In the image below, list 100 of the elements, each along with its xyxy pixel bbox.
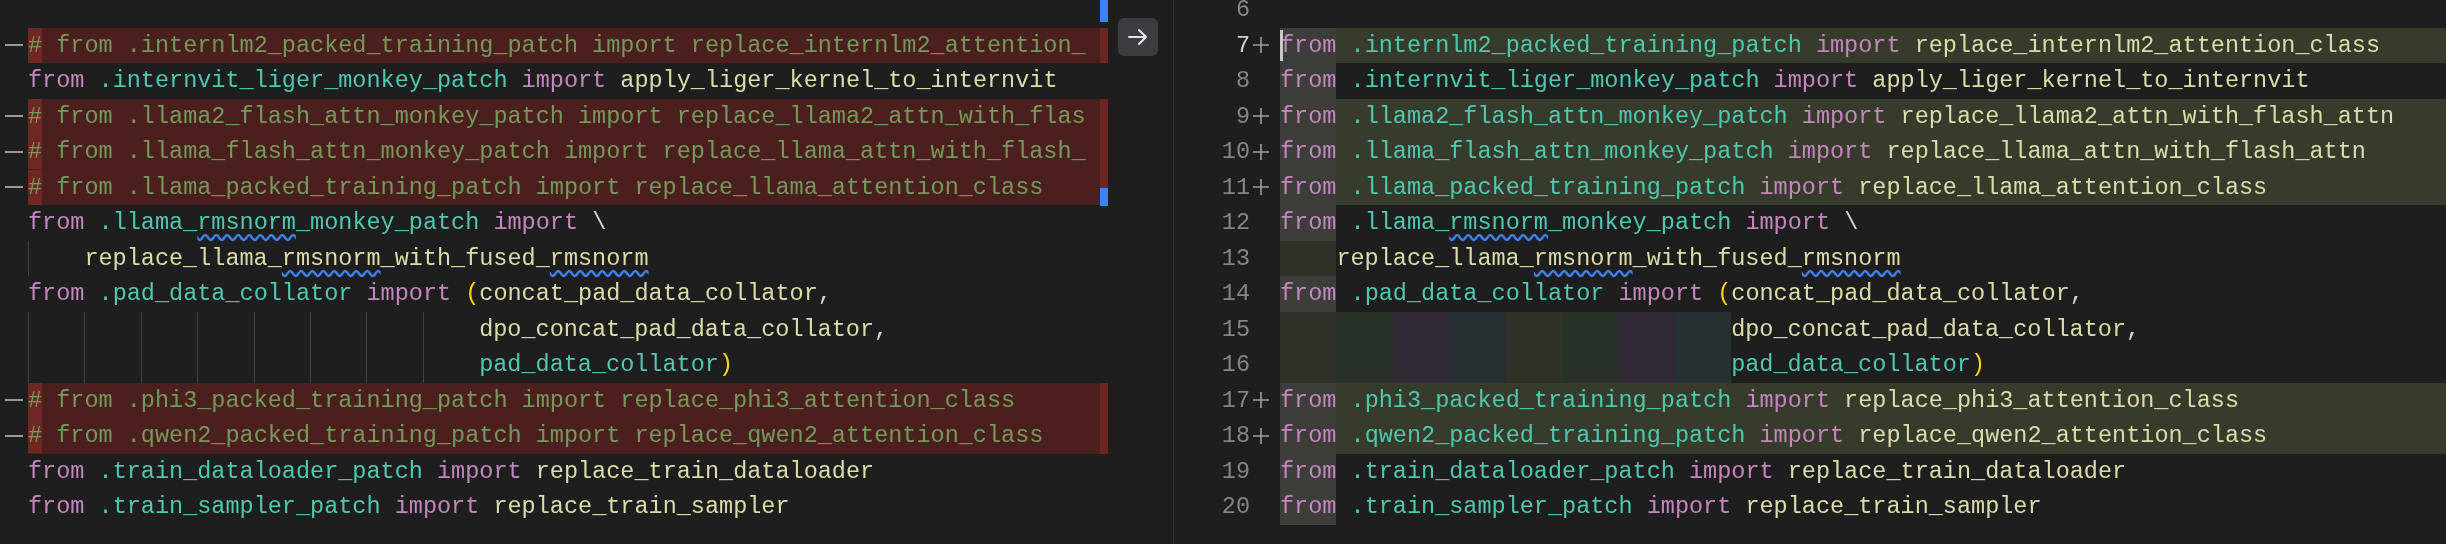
code-token: from (1280, 489, 1337, 525)
code-token: concat_pad_data_collator (1731, 279, 2070, 310)
code-token: .pad_data_collator (1349, 279, 1606, 310)
code-token: import (1618, 279, 1704, 310)
line-number: 11 (1220, 172, 1250, 203)
code-token: rmsnorm (1801, 243, 1901, 274)
code-token: from (28, 492, 85, 523)
code-token: pad_data_collator (1731, 350, 1971, 381)
code-token: from .llama_flash_attn_monkey_patch import replace_llama_attn_with_flash_ (55, 137, 1086, 168)
indent-rainbow-block (1674, 347, 1732, 383)
added-line-plus-icon (1252, 391, 1270, 410)
code-token: from (1280, 134, 1337, 170)
line-number: 6 (1234, 0, 1250, 26)
code-token: import (1689, 456, 1774, 487)
overview-ruler-marker (1100, 27, 1108, 63)
scroll-position-marker (1100, 0, 1108, 22)
code-token: _with_fused_ (1632, 243, 1802, 274)
added-line-plus-icon (1252, 36, 1270, 55)
line-number: 12 (1220, 208, 1250, 239)
code-token: from (1280, 63, 1337, 99)
code-token: _monkey_patch (1547, 208, 1733, 239)
code-token: rmsnorm (1533, 243, 1633, 274)
code-token: .train_sampler_patch (97, 492, 382, 523)
code-token: rmsnorm (1449, 208, 1548, 239)
code-token: # (28, 418, 43, 454)
indent-rainbow-block (1280, 240, 1337, 276)
code-token: ( (1716, 279, 1732, 310)
code-token: # (28, 98, 43, 134)
code-token: from (28, 279, 85, 310)
code-token: from (1280, 205, 1337, 241)
code-token: import (1759, 172, 1845, 203)
removed-line-marker (5, 399, 23, 402)
added-line-plus-icon (1252, 426, 1270, 445)
line-number: 16 (1220, 350, 1250, 381)
code-token: concat_pad_data_collator (479, 279, 818, 310)
code-token: .internvit_liger_monkey_patch (1349, 66, 1761, 97)
code-token: ( (464, 279, 480, 310)
code-token: replace_llama_attn_with_flash_attn (1885, 137, 2366, 168)
code-token: from (1280, 27, 1337, 63)
code-token: import (1646, 492, 1732, 523)
arrow-right-icon (1127, 28, 1149, 46)
code-token: .internvit_liger_monkey_patch (97, 66, 509, 97)
code-token: apply_liger_kernel_to_internvit (1871, 66, 2310, 97)
line-number: 14 (1220, 279, 1250, 310)
added-line-plus-icon (1252, 178, 1270, 197)
code-token: _with_fused_ (380, 243, 550, 274)
code-token: rmsnorm (549, 243, 649, 274)
code-token: replace_train_sampler (492, 492, 790, 523)
code-token: , (874, 314, 889, 345)
code-token: replace_llama2_attn_with_flash_attn (1899, 101, 2395, 132)
code-token: # (28, 382, 43, 418)
code-token: from .internlm2_packed_training_patch import replace_internlm2_attention_ (55, 30, 1086, 61)
removed-line-marker (5, 434, 23, 437)
code-token: rmsnorm (281, 243, 381, 274)
added-line-plus-icon (1252, 142, 1270, 161)
code-token: .train_dataloader_patch (1349, 456, 1676, 487)
code-token: from (28, 208, 85, 239)
code-token: replace_internlm2_attention_class (1913, 30, 2380, 61)
code-token: import (1773, 66, 1859, 97)
code-token: from (28, 66, 85, 97)
code-token: replace_llama_ (1336, 243, 1534, 274)
code-token: # (28, 169, 43, 205)
code-token: import (1787, 137, 1873, 168)
code-token: , (817, 279, 832, 310)
code-token: import (1801, 101, 1887, 132)
line-number: 18 (1220, 421, 1250, 452)
code-token: , (2069, 279, 2084, 310)
code-token: from (1280, 98, 1337, 134)
code-token: from .llama_packed_training_patch import replace_llama_attention_class (55, 172, 1044, 203)
indent-rainbow-block (1280, 311, 1337, 347)
code-token: apply_liger_kernel_to_internvit (619, 66, 1058, 97)
code-token: .llama_ (97, 208, 198, 239)
indent-rainbow-block (1280, 347, 1337, 383)
code-token: .train_dataloader_patch (97, 456, 424, 487)
code-token: from .llama2_flash_attn_monkey_patch import replace_llama2_attn_with_flas (55, 101, 1086, 132)
code-token: import (366, 279, 452, 310)
code-token: import (521, 66, 607, 97)
code-token: \ (591, 208, 607, 239)
code-token: replace_phi3_attention_class (1843, 385, 2239, 416)
code-token: .qwen2_packed_training_patch (1349, 421, 1747, 452)
code-token: import (1745, 208, 1831, 239)
indent-guide (28, 240, 29, 276)
added-line-plus-icon (1252, 107, 1270, 126)
line-number: 13 (1220, 243, 1250, 274)
code-token: replace_train_sampler (1744, 492, 2042, 523)
code-token: from (1280, 276, 1337, 312)
apply-arrow-button[interactable] (1118, 18, 1158, 56)
code-token: , (2126, 314, 2141, 345)
code-token: ) (718, 350, 733, 381)
code-token: from (1280, 453, 1337, 489)
code-token: import (1759, 421, 1845, 452)
line-number: 8 (1234, 66, 1250, 97)
line-number: 7 (1234, 30, 1250, 61)
scroll-position-marker (1100, 188, 1108, 206)
line-number: 9 (1234, 101, 1250, 132)
code-token: .llama_ (1349, 208, 1450, 239)
code-token: pad_data_collator (479, 350, 719, 381)
line-number: 10 (1220, 137, 1250, 168)
line-number: 15 (1220, 314, 1250, 345)
code-token: from (28, 456, 85, 487)
